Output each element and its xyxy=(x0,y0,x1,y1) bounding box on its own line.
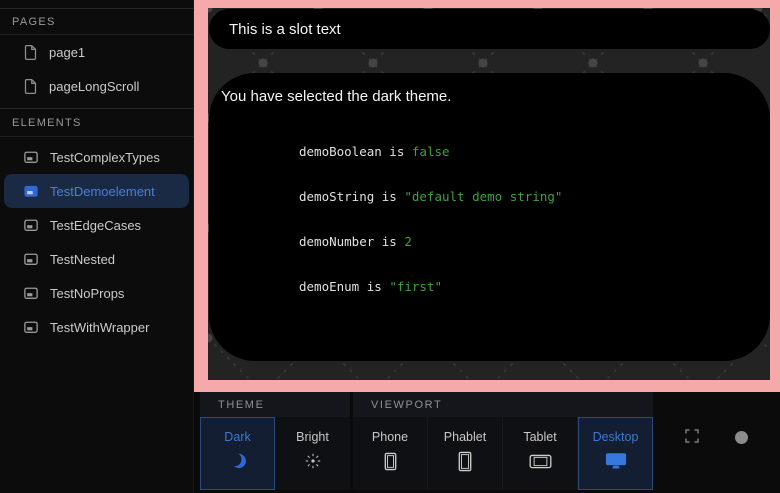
bottom-toolbar: THEME Dark Bright xyxy=(194,392,780,493)
component-icon xyxy=(24,321,38,334)
viewport-phablet-button[interactable]: Phablet xyxy=(428,417,503,490)
viewport-tablet-label: Tablet xyxy=(523,430,556,444)
preview-frame: This is a slot text You have selected th… xyxy=(194,0,780,392)
sidebar-item-testnested[interactable]: TestNested xyxy=(0,242,193,276)
page-icon xyxy=(24,45,37,60)
page-icon xyxy=(24,79,37,94)
phablet-icon xyxy=(456,451,474,471)
viewport-phone-label: Phone xyxy=(372,430,408,444)
moon-icon xyxy=(228,451,248,471)
component-icon xyxy=(24,151,38,164)
sidebar-item-testdemoelement[interactable]: TestDemoelement xyxy=(4,174,189,208)
sidebar-item-label: pageLongScroll xyxy=(49,79,139,94)
demo-element-box: You have selected the dark theme. demoBo… xyxy=(209,73,770,361)
sidebar-item-label: page1 xyxy=(49,45,85,60)
pages-section-title: PAGES xyxy=(12,16,56,28)
theme-buttons: Dark Bright xyxy=(200,417,350,493)
section-header-pages: PAGES xyxy=(0,8,193,35)
fullscreen-icon[interactable] xyxy=(685,429,699,443)
component-icon xyxy=(24,287,38,300)
sidebar-item-label: TestDemoelement xyxy=(50,184,155,199)
theme-dark-button[interactable]: Dark xyxy=(200,417,275,490)
theme-message: You have selected the dark theme. xyxy=(221,88,750,105)
status-dot-icon[interactable] xyxy=(735,431,748,444)
theme-bright-label: Bright xyxy=(296,430,329,444)
sidebar-item-page1[interactable]: page1 xyxy=(0,35,193,69)
sidebar-item-label: TestWithWrapper xyxy=(50,320,149,335)
viewport-tablet-button[interactable]: Tablet xyxy=(503,417,578,490)
sidebar-top-gap xyxy=(0,0,193,8)
sidebar-item-testcomplextypes[interactable]: TestComplexTypes xyxy=(0,140,193,174)
elements-list: TestComplexTypes TestDemoelement TestEdg… xyxy=(0,137,193,344)
sidebar-item-label: TestEdgeCases xyxy=(50,218,141,233)
sidebar: PAGES page1 pageLongScroll ELEMENTS xyxy=(0,0,194,493)
component-icon-selected xyxy=(24,185,38,198)
code-value: false xyxy=(412,144,450,159)
slot-text: This is a slot text xyxy=(229,21,341,38)
sun-icon xyxy=(304,451,322,471)
sidebar-item-testnoprops[interactable]: TestNoProps xyxy=(0,276,193,310)
sidebar-item-label: TestNoProps xyxy=(50,286,124,301)
viewport-panel-header: VIEWPORT xyxy=(353,392,653,417)
sidebar-item-label: TestNested xyxy=(50,252,115,267)
viewport-phablet-label: Phablet xyxy=(444,430,486,444)
pages-list: page1 pageLongScroll xyxy=(0,35,193,103)
props-code-block: demoBoolean is false demoString is "defa… xyxy=(299,114,750,324)
sidebar-item-testedgecases[interactable]: TestEdgeCases xyxy=(0,208,193,242)
slot-text-box: This is a slot text xyxy=(209,9,770,49)
desktop-icon xyxy=(605,451,627,471)
section-header-elements: ELEMENTS xyxy=(0,108,193,137)
tablet-icon xyxy=(529,451,552,471)
code-line: demoNumber is 2 xyxy=(299,234,750,249)
viewport-buttons: Phone Phablet Tablet xyxy=(353,417,653,493)
sidebar-item-label: TestComplexTypes xyxy=(50,150,160,165)
sidebar-item-pagelongscroll[interactable]: pageLongScroll xyxy=(0,69,193,103)
theme-dark-label: Dark xyxy=(224,430,250,444)
theme-panel-header: THEME xyxy=(200,392,350,417)
sidebar-item-testwithwrapper[interactable]: TestWithWrapper xyxy=(0,310,193,344)
code-value: 2 xyxy=(404,234,412,249)
viewport-phone-button[interactable]: Phone xyxy=(353,417,428,490)
viewport-panel-title: VIEWPORT xyxy=(371,399,442,411)
code-value: "default demo string" xyxy=(404,189,562,204)
phone-icon xyxy=(382,451,399,471)
component-icon xyxy=(24,219,38,232)
code-line: demoString is "default demo string" xyxy=(299,189,750,204)
viewport-desktop-label: Desktop xyxy=(593,430,639,444)
theme-panel: THEME Dark Bright xyxy=(200,392,350,493)
viewport-desktop-button[interactable]: Desktop xyxy=(578,417,653,490)
component-icon xyxy=(24,253,38,266)
viewport-panel: VIEWPORT Phone Phablet xyxy=(353,392,653,493)
theme-panel-title: THEME xyxy=(218,399,265,411)
toolbar-right-zone xyxy=(653,392,780,493)
preview-canvas: This is a slot text You have selected th… xyxy=(208,8,770,380)
code-value: "first" xyxy=(389,279,442,294)
elements-section-title: ELEMENTS xyxy=(12,117,82,129)
theme-bright-button[interactable]: Bright xyxy=(275,417,350,490)
code-line: demoEnum is "first" xyxy=(299,279,750,294)
code-line: demoBoolean is false xyxy=(299,144,750,159)
